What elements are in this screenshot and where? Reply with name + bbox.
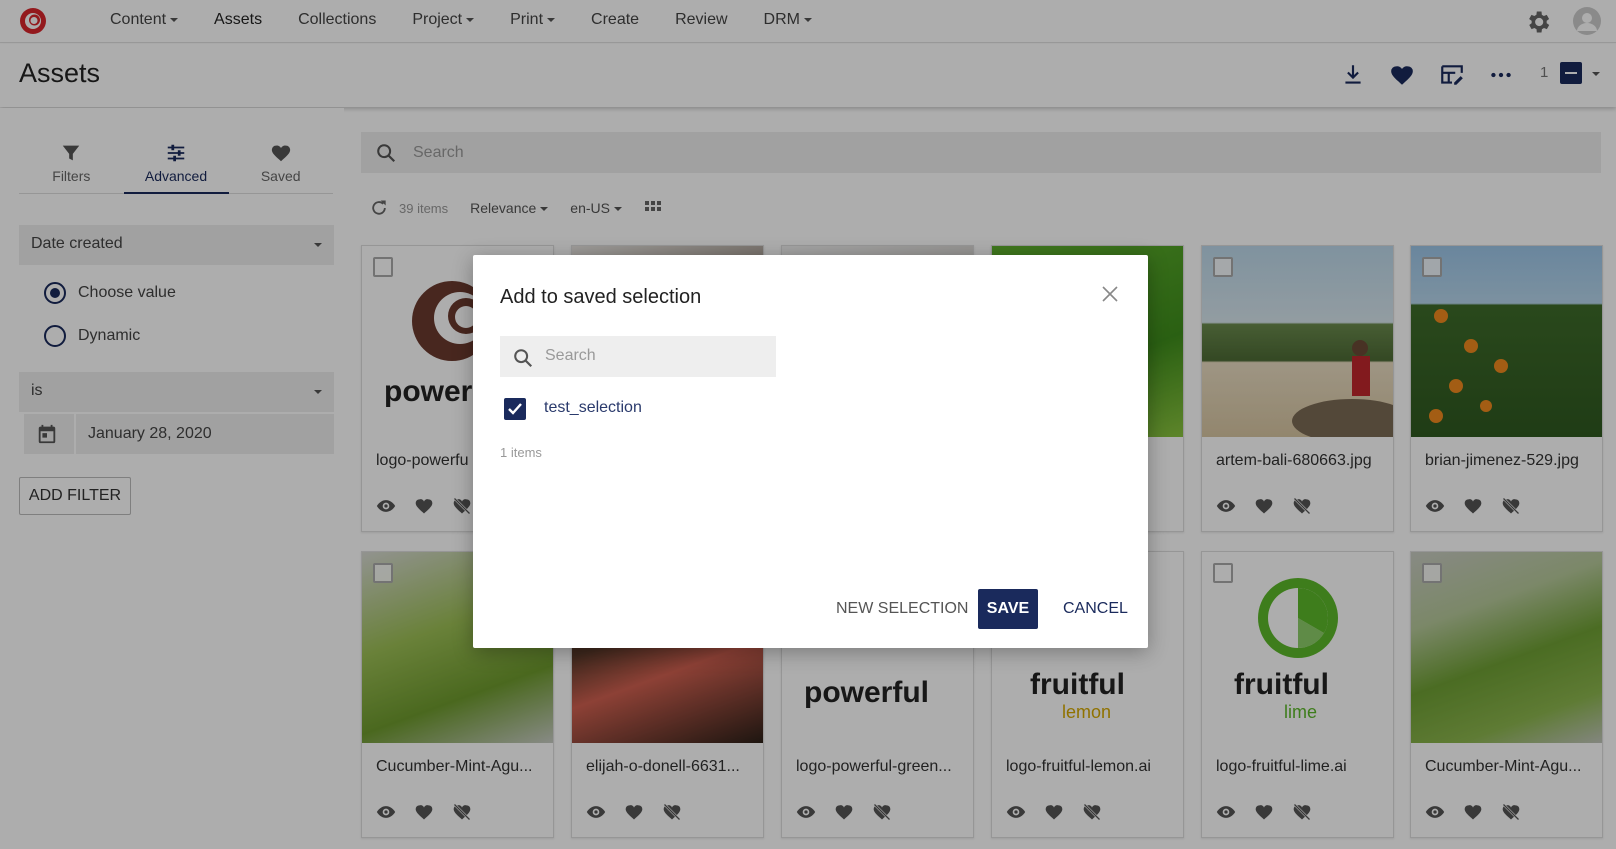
selection-count: 1 items — [500, 445, 542, 460]
selection-item-label[interactable]: test_selection — [544, 399, 642, 417]
search-placeholder: Search — [545, 347, 596, 364]
new-selection-button[interactable]: NEW SELECTION — [826, 589, 978, 629]
dialog-title: Add to saved selection — [500, 286, 702, 308]
selection-search-input[interactable]: Search — [500, 336, 776, 377]
cancel-button[interactable]: CANCEL — [1053, 589, 1138, 629]
checkmark-icon — [508, 403, 522, 415]
app-root: Content Assets Collections Project Print… — [0, 0, 1616, 849]
search-icon — [514, 349, 533, 368]
add-to-selection-dialog: Add to saved selection Search test_selec… — [473, 255, 1148, 648]
selection-checkbox[interactable] — [504, 398, 526, 420]
close-icon[interactable] — [1101, 285, 1119, 303]
save-button[interactable]: SAVE — [978, 589, 1038, 629]
